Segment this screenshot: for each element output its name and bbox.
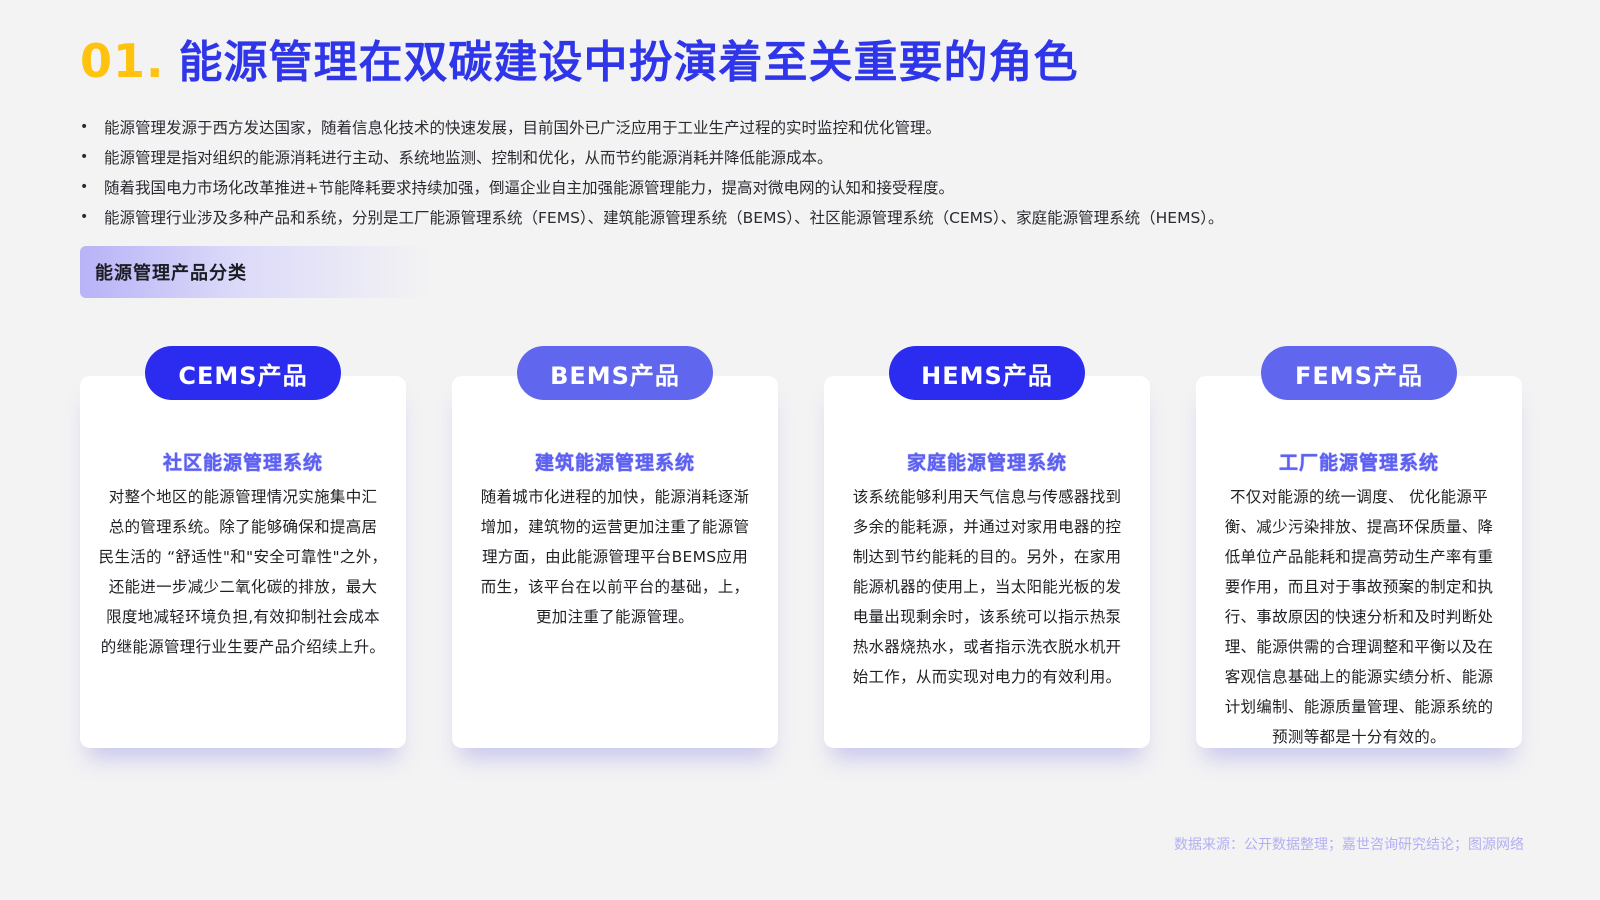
- bullet-text: 能源管理发源于西方发达国家，随着信息化技术的快速发展，目前国外已广泛应用于工业生…: [104, 119, 942, 137]
- card-line: 限度地减轻环境负担,有效抑制社会成本: [106, 608, 380, 626]
- card-line: 更加注重了能源管理。: [535, 608, 694, 626]
- card-line: 随着城市化进程的加快，能源消耗逐渐: [480, 488, 750, 506]
- card-line: 该系统能够利用天气信息与传感器找到: [852, 488, 1122, 506]
- product-pill-hems: HEMS产品: [889, 346, 1085, 400]
- bullet-text: 随着我国电力市场化改革推进+节能降耗要求持续加强，倒逼企业自主加强能源管理能力，…: [104, 179, 954, 197]
- card-subtitle: 社区能源管理系统: [162, 452, 323, 474]
- section-label: 能源管理产品分类: [95, 263, 247, 284]
- card-line: 衡、减少污染排放、提高环保质量、降: [1224, 518, 1494, 536]
- slide: 01. 能源管理在双碳建设中扮演着至关重要的角色 • 能源管理发源于西方发达国家…: [0, 0, 1600, 900]
- card-line: 预测等都是十分有效的。: [1272, 728, 1446, 746]
- product-pill-cems: CEMS产品: [145, 346, 341, 400]
- card-line: 行、事故原因的快速分析和及时判断处: [1224, 608, 1494, 626]
- card-description: 不仅对能源的统一调度、 优化能源平 衡、减少污染排放、提高环保质量、降 低单位产…: [1210, 482, 1508, 752]
- card-line: 理方面，由此能源管理平台BEMS应用: [481, 548, 749, 566]
- product-card-bems: BEMS产品 建筑能源管理系统 随着城市化进程的加快，能源消耗逐渐 增加，建筑物…: [452, 346, 778, 752]
- card-body-panel: 社区能源管理系统 对整个地区的能源管理情况实施集中汇 总的管理系统。除了能够确保…: [80, 376, 406, 748]
- card-line: 的继能源管理行业生要产品介绍续上升。: [100, 638, 386, 656]
- bullet-text: 能源管理行业涉及多种产品和系统，分别是工厂能源管理系统（FEMS）、建筑能源管理…: [104, 209, 1224, 227]
- bullet-item: • 能源管理发源于西方发达国家，随着信息化技术的快速发展，目前国外已广泛应用于工…: [80, 112, 1520, 142]
- card-body-panel: 建筑能源管理系统 随着城市化进程的加快，能源消耗逐渐 增加，建筑物的运营更加注重…: [452, 376, 778, 748]
- card-line: 而生，该平台在以前平台的基础，上，: [480, 578, 750, 596]
- bullet-item: • 随着我国电力市场化改革推进+节能降耗要求持续加强，倒逼企业自主加强能源管理能…: [80, 172, 1520, 202]
- title-number: 01.: [80, 34, 165, 88]
- card-line: 制达到节约能耗的目的。另外，在家用: [852, 548, 1122, 566]
- bullet-dot-icon: •: [80, 209, 89, 225]
- card-description: 对整个地区的能源管理情况实施集中汇 总的管理系统。除了能够确保和提高居 民生活的…: [94, 482, 392, 662]
- card-line: 低单位产品能耗和提高劳动生产率有重: [1224, 548, 1494, 566]
- title-text: 能源管理在双碳建设中扮演着至关重要的角色: [178, 37, 1079, 88]
- section-tag: 能源管理产品分类: [80, 246, 430, 298]
- card-line: 能源机器的使用上，当太阳能光板的发: [852, 578, 1122, 596]
- card-line: 增加，建筑物的运营更加注重了能源管: [480, 518, 750, 536]
- bullet-dot-icon: •: [80, 179, 89, 195]
- card-line: 民生活的 “舒适性"和"安全可靠性"之外，: [98, 548, 388, 566]
- page-title: 01. 能源管理在双碳建设中扮演着至关重要的角色: [80, 26, 1079, 90]
- card-subtitle: 工厂能源管理系统: [1278, 452, 1439, 474]
- card-line: 要作用，而且对于事故预案的制定和执: [1224, 578, 1494, 596]
- bullet-dot-icon: •: [80, 119, 89, 135]
- card-line: 不仅对能源的统一调度、 优化能源平: [1229, 488, 1489, 506]
- bullet-item: • 能源管理是指对组织的能源消耗进行主动、系统地监测、控制和优化，从而节约能源消…: [80, 142, 1520, 172]
- card-line: 总的管理系统。除了能够确保和提高居: [108, 518, 378, 536]
- product-card-cems: CEMS产品 社区能源管理系统 对整个地区的能源管理情况实施集中汇 总的管理系统…: [80, 346, 406, 752]
- bullet-item: • 能源管理行业涉及多种产品和系统，分别是工厂能源管理系统（FEMS）、建筑能源…: [80, 202, 1520, 232]
- card-description: 随着城市化进程的加快，能源消耗逐渐 增加，建筑物的运营更加注重了能源管 理方面，…: [466, 482, 764, 632]
- bullet-text: 能源管理是指对组织的能源消耗进行主动、系统地监测、控制和优化，从而节约能源消耗并…: [104, 149, 833, 167]
- product-pill-fems: FEMS产品: [1261, 346, 1457, 400]
- card-line: 电量出现剩余时，该系统可以指示热泵: [852, 608, 1122, 626]
- bullet-dot-icon: •: [80, 149, 89, 165]
- card-line: 计划编制、能源质量管理、能源系统的: [1224, 698, 1494, 716]
- data-source-note: 数据来源：公开数据整理；嘉世咨询研究结论；图源网络: [1174, 837, 1524, 853]
- product-card-hems: HEMS产品 家庭能源管理系统 该系统能够利用天气信息与传感器找到 多余的能耗源…: [824, 346, 1150, 752]
- card-line: 始工作，从而实现对电力的有效利用。: [852, 668, 1122, 686]
- card-line: 还能进一步减少二氧化碳的排放，最大: [108, 578, 378, 596]
- bullet-list: • 能源管理发源于西方发达国家，随着信息化技术的快速发展，目前国外已广泛应用于工…: [80, 112, 1520, 232]
- card-body-panel: 工厂能源管理系统 不仅对能源的统一调度、 优化能源平 衡、减少污染排放、提高环保…: [1196, 376, 1522, 748]
- card-subtitle: 建筑能源管理系统: [534, 452, 695, 474]
- product-card-fems: FEMS产品 工厂能源管理系统 不仅对能源的统一调度、 优化能源平 衡、减少污染…: [1196, 346, 1522, 752]
- card-subtitle: 家庭能源管理系统: [906, 452, 1067, 474]
- card-line: 理、能源供需的合理调整和平衡以及在: [1224, 638, 1494, 656]
- card-description: 该系统能够利用天气信息与传感器找到 多余的能耗源，并通过对家用电器的控 制达到节…: [838, 482, 1136, 692]
- card-body-panel: 家庭能源管理系统 该系统能够利用天气信息与传感器找到 多余的能耗源，并通过对家用…: [824, 376, 1150, 748]
- card-line: 对整个地区的能源管理情况实施集中汇: [108, 488, 378, 506]
- card-line: 客观信息基础上的能源实绩分析、能源: [1224, 668, 1494, 686]
- product-pill-bems: BEMS产品: [517, 346, 713, 400]
- card-line: 热水器烧热水，或者指示洗衣脱水机开: [852, 638, 1122, 656]
- card-line: 多余的能耗源，并通过对家用电器的控: [852, 518, 1122, 536]
